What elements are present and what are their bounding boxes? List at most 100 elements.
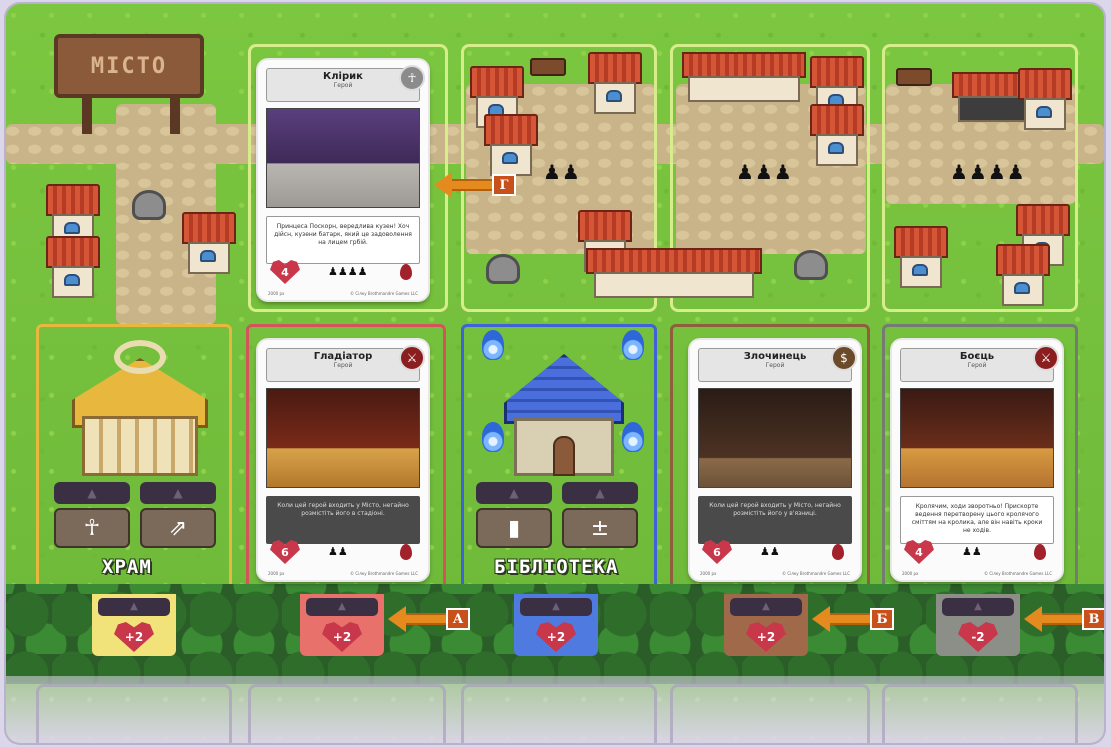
card-type: Герой [333,82,353,89]
building-roof [586,248,762,274]
house [996,244,1050,306]
ankh-icon: ☥ [54,508,130,548]
upgrade-slot[interactable]: ▲ [562,482,638,504]
card-text: Коли цей герой входить у Місто, негайно … [698,496,852,544]
house [182,212,236,274]
hero-card-gladiator[interactable]: Гладіатор Герой ⚔ Коли цей герой входить … [258,340,428,580]
card-text: Коли цей герой входить у Місто, негайно … [266,496,420,544]
card-type: Герой [765,362,785,369]
upgrade-slot[interactable]: ▲ [476,482,552,504]
callout-label: Б [870,608,894,630]
card-art [698,388,852,488]
heart-icon: 4 [270,260,300,284]
faded-district [882,684,1078,743]
hero-card-fighter[interactable]: Боєць Герой ⚔ Кролячим, ходи зворотньо! П… [892,340,1062,580]
callout-label: В [1082,608,1104,630]
house [894,226,948,288]
card-type: Герой [333,362,353,369]
callout-arrow-b: Б [812,606,894,632]
card-text: Кролячим, ходи зворотньо! Прискорте веде… [900,496,1054,544]
tab-slot[interactable]: ▲ [306,598,378,616]
heart-bonus: +2 [322,622,362,652]
heart-icon: 4 [904,540,934,564]
house [484,114,538,176]
card-text: Принцеса Поскорн, вередлива кузен! Хоч д… [266,216,420,264]
card-name: Боєць [959,351,995,362]
callout-label: А [446,608,470,630]
tab-slot[interactable]: ▲ [942,598,1014,616]
upgrade-slot[interactable]: ▲ [54,482,130,504]
building-roof [682,52,806,78]
plus-minus-icon: ± [562,508,638,548]
card-name: Злочинець [743,351,807,362]
money-bag-icon: $ [831,345,857,371]
bonus-tab-arena: ▲ +2 [300,594,384,656]
town-sign: МІСТО [54,34,204,98]
faded-district [461,684,657,743]
callout-label: Г [492,174,516,196]
bonus-tab-library: ▲ +2 [514,594,598,656]
temple-name: ХРАМ [102,556,152,578]
heart-bonus: +2 [536,622,576,652]
card-name: Гладіатор [313,351,373,362]
faded-district [36,684,232,743]
sign-post [82,94,92,134]
card-art [266,388,420,488]
market-upgrade-icon: ⇗ [140,508,216,548]
blood-drop-icon [832,544,844,560]
bench [896,68,932,86]
book-icon: ▮ [476,508,552,548]
library-name: БІБЛІОТЕКА [494,556,619,578]
sign-post [170,94,180,134]
building-wall [594,272,754,298]
fountain [486,254,520,284]
bonus-tab-barracks: ▲ -2 [936,594,1020,656]
callout-arrow-a: А [388,606,470,632]
well [794,250,828,280]
heart-icon: 6 [270,540,300,564]
blood-drop-icon [400,264,412,280]
house [1018,68,1072,130]
temple-building [66,340,214,476]
card-art [900,388,1054,488]
card-type: Герой [967,362,987,369]
upgrade-slot[interactable]: ▲ [140,482,216,504]
card-art [266,108,420,208]
hero-card-cleric[interactable]: Клірик Герой ☥ Принцеса Поскорн, вередлив… [258,60,428,300]
blood-drop-icon [1034,544,1046,560]
town-sign-label: МІСТО [90,53,168,79]
house [810,104,864,166]
blood-drop-icon [400,544,412,560]
library-building [490,336,638,476]
meeple-capacity: ♟♟♟ [736,160,793,184]
faded-district [248,684,446,743]
meeple-cost: ♟♟ [760,545,780,558]
heart-bonus: +2 [114,622,154,652]
sword-icon: ⚔ [399,345,425,371]
bonus-tab-prison: ▲ +2 [724,594,808,656]
sword-icon: ⚔ [1033,345,1059,371]
meeple-capacity: ♟♟♟♟ [950,160,1026,184]
card-name: Клірик [323,71,363,82]
game-board: МІСТО ♟♟ ♟♟♟ ♟♟♟♟ ▲ ▲ ☥ ⇗ ХРАМ ▲ ▲ ▮ ± Б… [6,4,1104,743]
callout-arrow-g: Г [434,172,516,198]
bench [530,58,566,76]
tab-slot[interactable]: ▲ [730,598,802,616]
ankh-icon: ☥ [399,65,425,91]
house [588,52,642,114]
tab-slot[interactable]: ▲ [520,598,592,616]
heart-icon: 6 [702,540,732,564]
faded-district [670,684,870,743]
house [46,236,100,298]
heart-bonus: -2 [958,622,998,652]
meeple-cost: ♟♟ [328,545,348,558]
bonus-tab-temple: ▲ +2 [92,594,176,656]
meeple-capacity: ♟♟ [543,160,581,184]
meeple-cost: ♟♟♟♟ [328,265,368,278]
building-wall [688,76,800,102]
tab-slot[interactable]: ▲ [98,598,170,616]
fountain [132,190,166,220]
heart-bonus: +2 [746,622,786,652]
meeple-cost: ♟♟ [962,545,982,558]
hero-card-criminal[interactable]: Злочинець Герой $ Коли цей герой входить … [690,340,860,580]
